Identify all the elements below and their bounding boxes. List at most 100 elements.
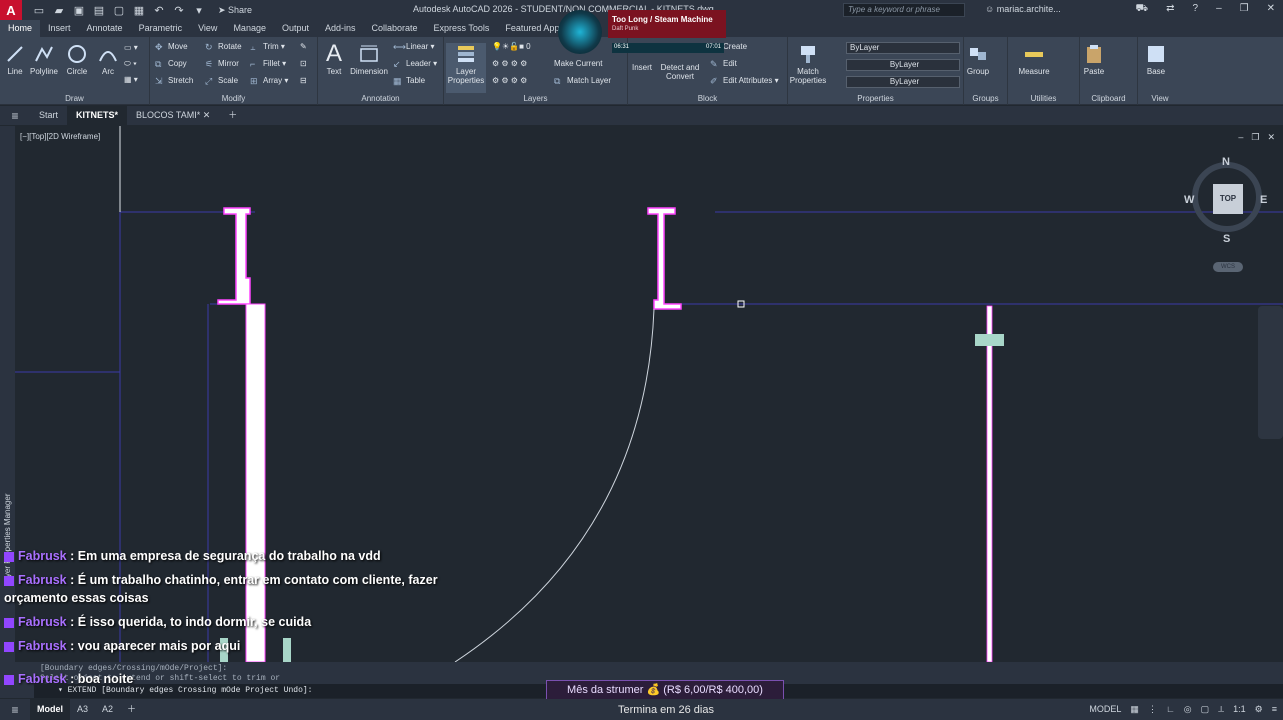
erase-button[interactable]: ✎ [300,42,307,51]
layout-tab-model[interactable]: Model [30,699,70,720]
paste-button[interactable]: Paste [1074,43,1114,76]
offset-button[interactable]: ⊟ [300,76,307,85]
detect-convert-button[interactable]: Detect and Convert [658,63,702,81]
wcs-menu[interactable]: WCS [1213,262,1243,272]
share-icon[interactable]: ⇄ [1166,3,1174,16]
hatch-button[interactable]: ⬭ ▾ [124,59,137,69]
arc-button[interactable]: Arc [88,43,128,76]
trim-button[interactable]: ⫠ Trim ▾ [250,42,285,52]
close-tab-icon[interactable]: ✕ [203,110,211,120]
tab-express-tools[interactable]: Express Tools [426,20,498,37]
edit-block-button[interactable]: ✎ Edit [710,59,737,69]
tab-home[interactable]: Home [0,20,41,37]
measure-button[interactable]: Measure [1014,43,1054,76]
groups-panel-title[interactable]: Groups [964,94,1007,103]
view-panel-title[interactable]: View [1138,94,1182,103]
fillet-button[interactable]: ⌐ Fillet ▾ [250,59,286,69]
stretch-button[interactable]: ⇲ Stretch [155,76,193,86]
autocad-logo-icon[interactable]: A [0,0,22,20]
ortho-icon[interactable]: ∟ [1166,704,1175,715]
customize-qat-icon[interactable]: ▾ [192,3,206,17]
compass-n[interactable]: N [1222,156,1230,168]
clipboard-panel-title[interactable]: Clipboard [1080,94,1137,103]
viewport-controls-label[interactable]: [−][Top][2D Wireframe] [20,132,100,141]
tab-view[interactable]: View [190,20,225,37]
wall-segment[interactable] [217,207,251,305]
modify-panel-title[interactable]: Modify [150,94,317,103]
layer-properties-button[interactable]: Layer Properties [446,43,486,93]
move-button[interactable]: ✥ Move [155,42,188,52]
base-view-button[interactable]: Base [1136,43,1176,76]
scale-button[interactable]: ⤢ Scale [205,76,238,86]
block-panel-title[interactable]: Block [628,94,787,103]
leader-button[interactable]: ↙ Leader ▾ [393,59,437,69]
hatch2-button[interactable]: ▦ ▾ [124,75,138,84]
viewport-close-icon[interactable]: ✕ [1267,132,1275,143]
new-tab-button[interactable]: ＋ [219,106,246,125]
polar-icon[interactable]: ◎ [1184,704,1192,715]
viewcube-top-face[interactable]: TOP [1213,184,1243,214]
tab-collaborate[interactable]: Collaborate [364,20,426,37]
lineweight-dropdown[interactable]: ByLayer [846,76,960,88]
rectangle-button[interactable]: ▭ ▾ [124,43,138,52]
snap-icon[interactable]: ⋮ [1148,704,1157,715]
compass-e[interactable]: E [1260,194,1267,206]
compass-w[interactable]: W [1184,194,1194,206]
minimize-icon[interactable]: – [1216,3,1222,16]
compass-s[interactable]: S [1223,233,1230,245]
doc-tab-blocos-tami[interactable]: BLOCOS TAMI* ✕ [127,106,219,125]
tab-insert[interactable]: Insert [40,20,79,37]
restore-icon[interactable]: ❐ [1240,3,1249,16]
add-layout-button[interactable]: ＋ [120,699,143,720]
viewport-minimize-icon[interactable]: – [1238,132,1243,143]
share-button[interactable]: ➤ Share [218,5,252,16]
isodraft-icon[interactable]: ⟂ [1218,704,1224,715]
door-swing-arc[interactable] [454,308,655,662]
plot-icon[interactable]: ▦ [132,3,146,17]
close-icon[interactable]: ✕ [1267,3,1275,16]
layout-tab-a3[interactable]: A3 [70,699,95,720]
doc-tab-start[interactable]: Start [30,106,67,125]
user-account[interactable]: ☺ mariac.archite... [985,4,1061,14]
open-folder-icon[interactable]: ▰ [52,3,66,17]
navigation-bar[interactable] [1258,306,1283,439]
mirror-button[interactable]: ⚟ Mirror [205,59,239,69]
wall-segment[interactable] [647,207,682,310]
new-file-icon[interactable]: ▭ [32,3,46,17]
settings-gear-icon[interactable]: ⚙ [1255,704,1263,715]
array-button[interactable]: ⊞ Array ▾ [250,76,288,86]
cart-icon[interactable]: ⛟ [1136,3,1149,16]
explode-button[interactable]: ⊡ [300,59,307,68]
tab-manage[interactable]: Manage [225,20,274,37]
layer-dropdown[interactable]: 💡☀🔓■ 0 [492,42,531,51]
menu-icon[interactable]: ≡ [0,109,30,123]
linetype-dropdown[interactable]: ByLayer [846,59,960,71]
annotation-scale[interactable]: 1:1 [1233,704,1246,715]
layout-menu-icon[interactable]: ≡ [0,703,30,717]
linear-dim-button[interactable]: ⟷Linear ▾ [393,42,435,52]
draw-panel-title[interactable]: Draw [0,94,149,103]
group-button[interactable]: Group [958,43,998,76]
edit-attributes-button[interactable]: ✐ Edit Attributes ▾ [710,76,779,86]
color-dropdown[interactable]: ByLayer [846,42,960,54]
layers-panel-title[interactable]: Layers [444,94,627,103]
doc-tab-kitnets[interactable]: KITNETS* [67,106,128,125]
dimension-button[interactable]: Dimension [348,43,390,76]
undo-icon[interactable]: ↶ [152,3,166,17]
tab-output[interactable]: Output [274,20,317,37]
tab-parametric[interactable]: Parametric [131,20,191,37]
wall-segment[interactable] [986,305,993,662]
tab-addins[interactable]: Add-ins [317,20,364,37]
insert-block-button[interactable]: Insert [622,63,662,72]
model-space-toggle[interactable]: MODEL [1089,704,1121,715]
copy-button[interactable]: ⧉ Copy [155,59,187,69]
properties-panel-title[interactable]: Properties [788,94,963,103]
grid-icon[interactable]: ▦ [1130,704,1139,715]
osnap-icon[interactable]: ▢ [1201,704,1210,715]
viewport-restore-icon[interactable]: ❐ [1251,132,1259,143]
annotation-panel-title[interactable]: Annotation [318,94,443,103]
tab-annotate[interactable]: Annotate [79,20,131,37]
hatch-block[interactable] [975,334,1004,346]
table-button[interactable]: ▦ Table [393,76,425,86]
redo-icon[interactable]: ↷ [172,3,186,17]
